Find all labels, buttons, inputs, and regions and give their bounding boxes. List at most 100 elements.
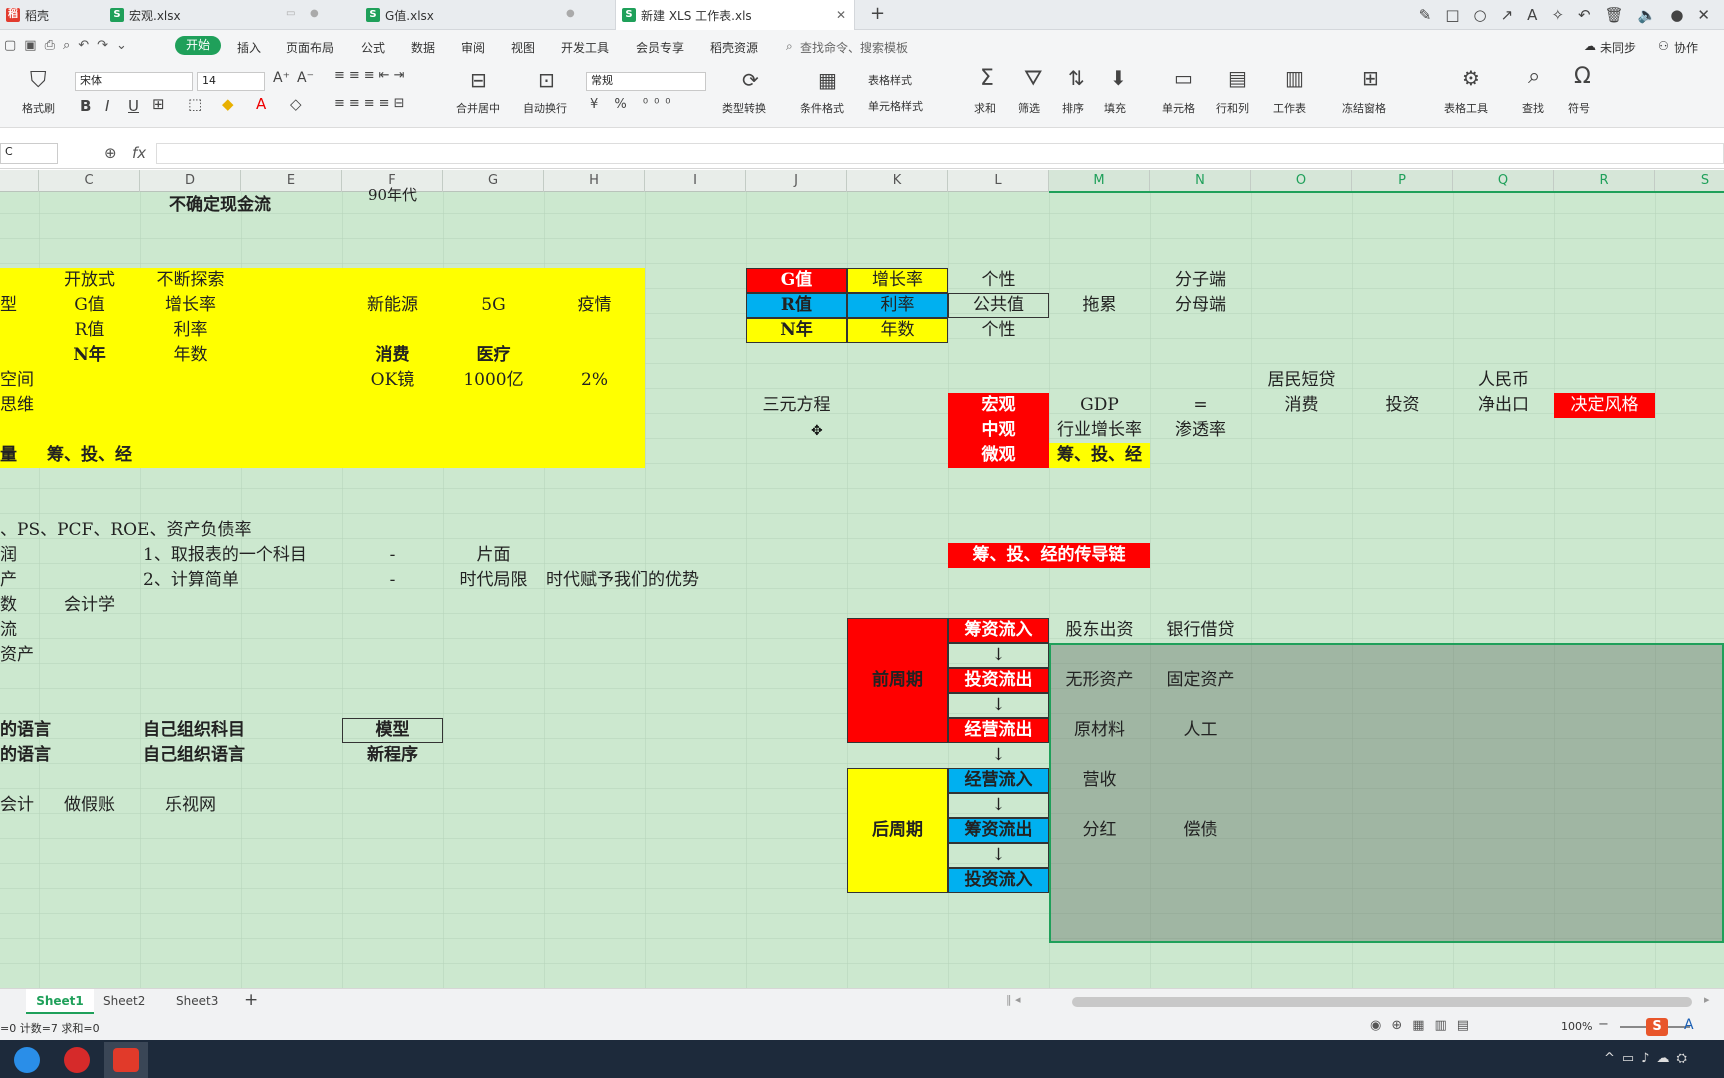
- cell-f-newenergy[interactable]: 新能源: [342, 293, 443, 318]
- cell-k-post[interactable]: 后周期: [847, 818, 948, 843]
- cell-n-labor[interactable]: 人工: [1150, 718, 1251, 743]
- filter-button[interactable]: 筛选: [1018, 100, 1040, 116]
- cell-d-explore[interactable]: 不断探索: [140, 268, 241, 293]
- cell-o-loan[interactable]: 居民短贷: [1251, 368, 1352, 393]
- worksheet-button[interactable]: 工作表: [1273, 100, 1306, 116]
- menu-insert[interactable]: 插入: [237, 39, 261, 56]
- browser-icon[interactable]: [64, 1047, 90, 1073]
- cell-n-denom[interactable]: 分母端: [1150, 293, 1251, 318]
- underline-icon[interactable]: U: [128, 97, 139, 115]
- fx-label[interactable]: fx: [132, 144, 146, 162]
- sheet-tab-3[interactable]: Sheet3: [176, 994, 218, 1008]
- cell-c-account[interactable]: 会计学: [39, 593, 140, 618]
- merge-center-button[interactable]: 合并居中: [456, 100, 500, 116]
- text-icon[interactable]: A: [1527, 6, 1537, 30]
- cell-l-indiv2[interactable]: 个性: [948, 318, 1049, 343]
- cell-n-numer[interactable]: 分子端: [1150, 268, 1251, 293]
- cell-c-fake[interactable]: 做假账: [39, 793, 140, 818]
- cell-m-dividend[interactable]: 分红: [1049, 818, 1150, 843]
- fill-color-icon[interactable]: ◆: [222, 95, 234, 113]
- cell-style-button[interactable]: 单元格样式: [868, 98, 923, 114]
- cell-g-side[interactable]: 片面: [443, 543, 544, 568]
- arrow-icon[interactable]: ↗: [1501, 6, 1514, 30]
- cell-p-invest[interactable]: 投资: [1352, 393, 1453, 418]
- column-header-c[interactable]: C: [39, 170, 140, 192]
- cell-f-consume[interactable]: 消费: [342, 343, 443, 368]
- cell-title[interactable]: 不确定现金流: [120, 193, 320, 218]
- cell-g-medical[interactable]: 医疗: [443, 343, 544, 368]
- column-header-m[interactable]: M: [1049, 170, 1150, 192]
- cell-a-flow[interactable]: 流: [0, 618, 39, 643]
- format-brush-icon[interactable]: ⛉: [30, 68, 47, 93]
- menu-daoke-resources[interactable]: 稻壳资源: [710, 39, 758, 56]
- wps-taskbar-item[interactable]: [104, 1042, 148, 1078]
- system-tray-icons[interactable]: ^▭♪☁⛭: [1604, 1051, 1694, 1066]
- conditional-format-button[interactable]: 条件格式: [800, 100, 844, 116]
- tab-daoke[interactable]: 稻 稻壳: [0, 0, 100, 30]
- cell-r-style[interactable]: 决定风格: [1554, 393, 1655, 418]
- cell-m-revenue[interactable]: 营收: [1049, 768, 1150, 793]
- close-icon[interactable]: ✕: [836, 8, 846, 22]
- find-button[interactable]: 查找: [1522, 100, 1544, 116]
- cell-icon[interactable]: ▭: [1174, 66, 1193, 90]
- add-sheet-icon[interactable]: +: [244, 990, 258, 1010]
- cell-l-meso[interactable]: 中观: [948, 418, 1049, 443]
- cell-g-5g[interactable]: 5G: [443, 293, 544, 318]
- column-header-g[interactable]: G: [443, 170, 544, 192]
- cell-m-intangible[interactable]: 无形资产: [1049, 668, 1150, 693]
- cell-j-n[interactable]: N年: [746, 318, 847, 343]
- wrap-icon[interactable]: ⊡: [538, 68, 555, 92]
- cell-f-newprog[interactable]: 新程序: [342, 743, 443, 768]
- cell-m-drag[interactable]: 拖累: [1049, 293, 1150, 318]
- sum-button[interactable]: 求和: [974, 100, 996, 116]
- sum-icon[interactable]: Σ: [980, 66, 994, 91]
- format-brush-button[interactable]: 格式刷: [22, 100, 55, 116]
- menu-view[interactable]: 视图: [511, 39, 535, 56]
- menu-data[interactable]: 数据: [411, 39, 435, 56]
- auto-wrap-button[interactable]: 自动换行: [523, 100, 567, 116]
- quick-access-icons[interactable]: ▢▣⎙⌕↶↷⌄: [4, 38, 135, 53]
- increase-font-icon[interactable]: A⁺: [273, 70, 290, 86]
- column-header-k[interactable]: K: [847, 170, 948, 192]
- cell-l-macro[interactable]: 宏观: [948, 393, 1049, 418]
- cell-a-space[interactable]: 空间: [0, 368, 39, 393]
- cell-d-item2[interactable]: 2、计算简单: [143, 568, 341, 593]
- speaker-icon[interactable]: 🔈: [1638, 6, 1657, 30]
- find-icon[interactable]: ⌕: [1528, 64, 1540, 89]
- cell-l-fin-out[interactable]: 筹资流出: [948, 818, 1049, 843]
- cell-n-debt[interactable]: 偿债: [1150, 818, 1251, 843]
- table-style-button[interactable]: 表格样式: [868, 72, 912, 88]
- tab-macro[interactable]: S 宏观.xlsx ▭ ●: [104, 0, 330, 30]
- cell-a-lang2[interactable]: 的语言: [0, 743, 80, 768]
- column-header-e[interactable]: E: [241, 170, 342, 192]
- number-format-select[interactable]: 常规: [586, 72, 706, 91]
- cell-j-eq3[interactable]: 三元方程: [746, 393, 847, 418]
- cell-j-r[interactable]: R值: [746, 293, 847, 318]
- unsync-status[interactable]: 未同步: [1600, 39, 1636, 56]
- menu-developer[interactable]: 开发工具: [561, 39, 609, 56]
- cell-k-years[interactable]: 年数: [847, 318, 948, 343]
- view-mode-icons[interactable]: ◉⊕▦▥▤: [1370, 1018, 1479, 1033]
- cell-a-type[interactable]: 型: [0, 293, 39, 318]
- cell-h-epidemic[interactable]: 疫情: [544, 293, 645, 318]
- scroll-left-icon[interactable]: ‖ ◂: [1006, 993, 1021, 1006]
- cell-a-asset[interactable]: 产: [0, 568, 39, 593]
- cell-l-op-in[interactable]: 经营流入: [948, 768, 1049, 793]
- sort-icon[interactable]: ⇅: [1068, 66, 1085, 90]
- menu-review[interactable]: 审阅: [461, 39, 485, 56]
- cell-d-rate[interactable]: 利率: [140, 318, 241, 343]
- menu-start[interactable]: 开始: [175, 36, 221, 55]
- name-box[interactable]: C: [0, 143, 58, 164]
- font-name-select[interactable]: 宋体: [75, 72, 193, 91]
- column-header-i[interactable]: I: [645, 170, 746, 192]
- cell-l-chainlink[interactable]: 筹、投、经的传导链: [948, 543, 1150, 568]
- cell-l-inv-in[interactable]: 投资流入: [948, 868, 1049, 893]
- menu-formula[interactable]: 公式: [361, 39, 385, 56]
- cell-c-n[interactable]: N年: [39, 343, 140, 368]
- rectangle-icon[interactable]: □: [1445, 6, 1459, 30]
- collab-button[interactable]: 协作: [1674, 39, 1698, 56]
- cell-h-2pct[interactable]: 2%: [544, 368, 645, 393]
- row-col-button[interactable]: 行和列: [1216, 100, 1249, 116]
- type-convert-icon[interactable]: ⟳: [742, 68, 759, 92]
- cell-d-org2[interactable]: 自己组织语言: [143, 743, 341, 768]
